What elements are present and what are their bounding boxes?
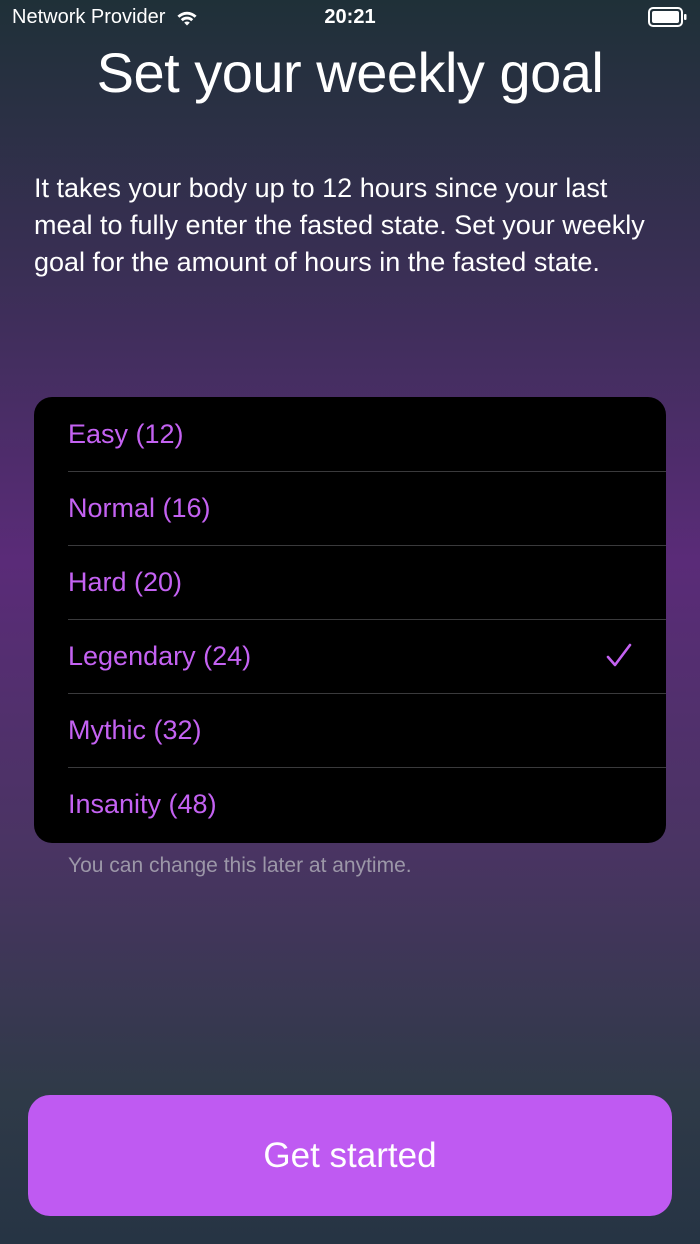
footnote-text: You can change this later at anytime.	[68, 854, 412, 877]
goal-option-legendary[interactable]: Legendary (24)	[34, 619, 666, 693]
goal-option-label: Legendary (24)	[68, 640, 252, 671]
goal-option-easy[interactable]: Easy (12)	[34, 397, 666, 471]
goal-option-label: Mythic (32)	[68, 714, 202, 745]
page-title: Set your weekly goal	[96, 41, 604, 104]
goal-option-label: Normal (16)	[68, 492, 211, 523]
goal-option-label: Easy (12)	[68, 418, 184, 449]
status-bar: Network Provider 20:21	[0, 0, 700, 36]
get-started-button[interactable]: Get started	[28, 1095, 672, 1216]
goal-option-label: Hard (20)	[68, 566, 183, 597]
goal-option-normal[interactable]: Normal (16)	[34, 471, 666, 545]
goal-option-insanity[interactable]: Insanity (48)	[34, 767, 666, 841]
checkmark-icon	[606, 643, 632, 667]
goal-option-hard[interactable]: Hard (20)	[34, 545, 666, 619]
description-text: It takes your body up to 12 hours since …	[34, 173, 645, 277]
goal-options-list: Easy (12) Normal (16) Hard (20) Legendary (…	[34, 397, 666, 843]
status-time: 20:21	[324, 6, 376, 28]
battery-icon	[648, 7, 687, 27]
goal-option-mythic[interactable]: Mythic (32)	[34, 693, 666, 767]
goal-option-label: Insanity (48)	[68, 788, 217, 819]
